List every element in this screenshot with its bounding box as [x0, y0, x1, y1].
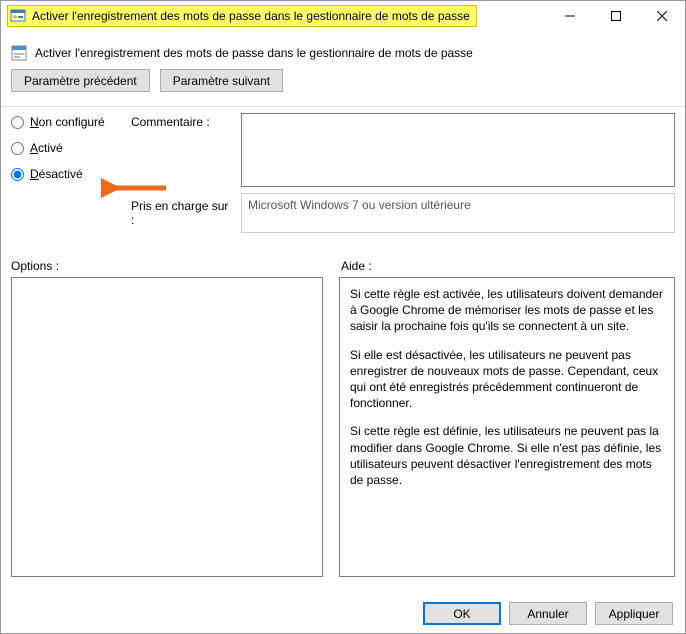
supported-on-label: Pris en charge sur :	[131, 199, 231, 227]
radio-disabled[interactable]: Désactivé	[11, 167, 121, 181]
radio-disabled-input[interactable]	[11, 168, 24, 181]
help-paragraph: Si cette règle est activée, les utilisat…	[350, 286, 664, 335]
radio-enabled[interactable]: Activé	[11, 141, 121, 155]
radio-not-configured-label: Non configuré	[30, 115, 105, 129]
close-button[interactable]	[639, 1, 685, 31]
radio-disabled-label: Désactivé	[30, 167, 83, 181]
apply-button[interactable]: Appliquer	[595, 602, 673, 625]
comment-textarea[interactable]	[241, 113, 675, 187]
window-controls	[547, 1, 685, 31]
window-title: Activer l'enregistrement des mots de pas…	[32, 9, 470, 23]
radio-not-configured[interactable]: Non configuré	[11, 115, 121, 129]
radio-enabled-label: Activé	[30, 141, 63, 155]
footer-buttons: OK Annuler Appliquer	[423, 602, 673, 625]
next-setting-button[interactable]: Paramètre suivant	[160, 69, 283, 92]
title-highlight: Activer l'enregistrement des mots de pas…	[7, 5, 477, 27]
divider	[1, 106, 685, 107]
help-label: Aide :	[341, 259, 372, 273]
policy-header: Activer l'enregistrement des mots de pas…	[11, 37, 675, 69]
radio-not-configured-input[interactable]	[11, 116, 24, 129]
help-paragraph: Si cette règle est définie, les utilisat…	[350, 423, 664, 488]
previous-setting-button[interactable]: Paramètre précédent	[11, 69, 150, 92]
help-paragraph: Si elle est désactivée, les utilisateurs…	[350, 347, 664, 412]
help-pane[interactable]: Si cette règle est activée, les utilisat…	[339, 277, 675, 577]
radio-enabled-input[interactable]	[11, 142, 24, 155]
policy-window-icon	[10, 8, 26, 24]
ok-button[interactable]: OK	[423, 602, 501, 625]
policy-icon	[11, 45, 27, 61]
options-pane[interactable]	[11, 277, 323, 577]
minimize-button[interactable]	[547, 1, 593, 31]
options-label: Options :	[11, 259, 341, 273]
supported-on-box: Microsoft Windows 7 ou version ultérieur…	[241, 193, 675, 233]
maximize-button[interactable]	[593, 1, 639, 31]
policy-title: Activer l'enregistrement des mots de pas…	[35, 46, 473, 60]
comment-label: Commentaire :	[131, 115, 231, 199]
titlebar: Activer l'enregistrement des mots de pas…	[1, 1, 685, 31]
cancel-button[interactable]: Annuler	[509, 602, 587, 625]
